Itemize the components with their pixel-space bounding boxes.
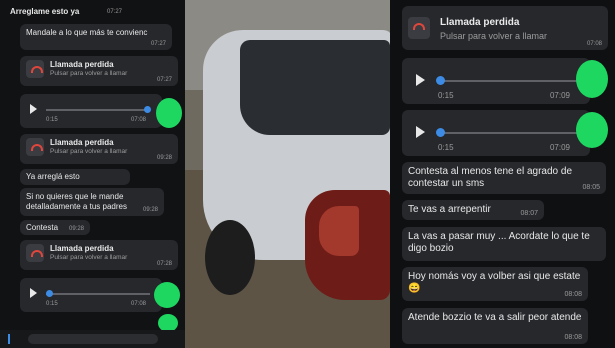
message-bubble[interactable]: Mandale a lo que más te convienc 07:27	[20, 24, 172, 50]
timestamp: 07:08	[130, 301, 146, 307]
message-text: Contesta al menos tene el agrado de cont…	[408, 166, 572, 189]
timestamp: 07:09	[549, 91, 570, 100]
missed-call-icon	[26, 244, 44, 262]
timestamp: 07:28	[156, 261, 172, 267]
timestamp: 09:28	[68, 226, 84, 232]
audio-knob[interactable]	[144, 106, 151, 113]
message-text: Atende bozzio te va a salir peor atende	[408, 312, 582, 323]
input-bar	[0, 330, 185, 348]
header-message: Arreglame esto ya 07:27	[4, 4, 122, 18]
call-subtitle: Pulsar para volver a llamar	[50, 148, 128, 155]
missed-call-bubble[interactable]: Llamada perdida Pulsar para volver a lla…	[20, 240, 178, 270]
timestamp: 09:28	[156, 155, 172, 161]
missed-call-bubble[interactable]: Llamada perdida Pulsar para volver a lla…	[20, 56, 178, 86]
timestamp: 08:08	[564, 334, 582, 341]
message-bubble[interactable]: Si no quieres que le mande detalladament…	[20, 188, 164, 216]
timestamp: 09:28	[142, 207, 158, 213]
message-bubble[interactable]: Atende bozzio te va a salir peor atende …	[402, 308, 588, 344]
play-icon[interactable]	[416, 74, 425, 86]
timestamp: 08:05	[582, 184, 600, 191]
audio-track[interactable]	[438, 132, 578, 134]
message-bubble[interactable]: Contesta 09:28	[20, 220, 90, 235]
timestamp: 07:27	[156, 77, 172, 83]
timestamp: 07:08	[130, 117, 146, 123]
timestamp: 07:27	[106, 9, 122, 15]
truck-tail-light	[305, 190, 390, 300]
audio-knob[interactable]	[436, 76, 445, 85]
audio-track[interactable]	[46, 109, 150, 111]
truck-window	[240, 40, 390, 135]
play-icon[interactable]	[416, 126, 425, 138]
avatar	[576, 60, 608, 98]
call-subtitle: Pulsar para volver a llamar	[50, 70, 128, 77]
voice-message[interactable]: 0:15 07:09	[402, 58, 590, 104]
timestamp: 08:07	[520, 210, 538, 217]
message-text: La vas a pasar muy ... Acordate lo que t…	[408, 231, 590, 254]
truck-wheel	[205, 220, 255, 295]
voice-message[interactable]: 0:15 07:08	[20, 94, 162, 128]
play-icon[interactable]	[30, 288, 37, 298]
audio-knob[interactable]	[46, 290, 53, 297]
cursor-icon	[8, 334, 10, 344]
call-subtitle: Pulsar para volver a llamar	[50, 254, 128, 261]
message-text: Ya arreglá esto	[26, 172, 80, 181]
call-title: Llamada perdida	[50, 138, 114, 147]
message-text: Hoy nomás voy a volber asi que estate 😄	[408, 271, 581, 294]
missed-call-bubble[interactable]: Llamada perdida Pulsar para volver a lla…	[402, 6, 608, 50]
message-bubble[interactable]: Contesta al menos tene el agrado de cont…	[402, 162, 606, 194]
left-chat-panel: Arreglame esto ya 07:27 Mandale a lo que…	[0, 0, 185, 348]
voice-elapsed: 0:15	[46, 117, 58, 123]
audio-track[interactable]	[438, 80, 578, 82]
avatar	[154, 282, 180, 308]
missed-call-bubble[interactable]: Llamada perdida Pulsar para volver a lla…	[20, 134, 178, 164]
audio-track[interactable]	[46, 293, 150, 295]
voice-elapsed: 0:15	[438, 143, 454, 152]
voice-message[interactable]: 0:15 07:08	[20, 278, 162, 312]
audio-knob[interactable]	[436, 128, 445, 137]
message-text: Mandale a lo que más te convienc	[26, 28, 148, 37]
avatar	[156, 98, 182, 128]
timestamp: 07:27	[150, 41, 166, 47]
voice-elapsed: 0:15	[438, 91, 454, 100]
avatar	[576, 112, 608, 148]
missed-call-icon	[408, 17, 430, 39]
truck-photo	[185, 0, 390, 348]
timestamp: 07:08	[586, 41, 602, 47]
message-bubble[interactable]: Ya arreglá esto	[20, 169, 130, 185]
message-bubble[interactable]: Hoy nomás voy a volber asi que estate 😄 …	[402, 267, 588, 301]
call-title: Llamada perdida	[50, 244, 114, 253]
message-input[interactable]	[28, 334, 158, 344]
right-chat-panel: Llamada perdida Pulsar para volver a lla…	[390, 0, 615, 348]
voice-message[interactable]: 0:15 07:09	[402, 110, 590, 156]
message-text: Si no quieres que le mande detalladament…	[26, 192, 127, 211]
voice-elapsed: 0:15	[46, 301, 58, 307]
timestamp: 07:09	[549, 143, 570, 152]
header-text: Arreglame esto ya	[10, 7, 80, 16]
message-text: Te vas a arrepentir	[408, 204, 491, 215]
timestamp: 08:08	[564, 291, 582, 298]
missed-call-icon	[26, 138, 44, 156]
message-bubble[interactable]: Te vas a arrepentir 08:07	[402, 200, 544, 220]
call-title: Llamada perdida	[440, 17, 520, 28]
play-icon[interactable]	[30, 104, 37, 114]
call-subtitle: Pulsar para volver a llamar	[440, 31, 548, 41]
message-bubble[interactable]: La vas a pasar muy ... Acordate lo que t…	[402, 227, 606, 261]
missed-call-icon	[26, 60, 44, 78]
call-title: Llamada perdida	[50, 60, 114, 69]
